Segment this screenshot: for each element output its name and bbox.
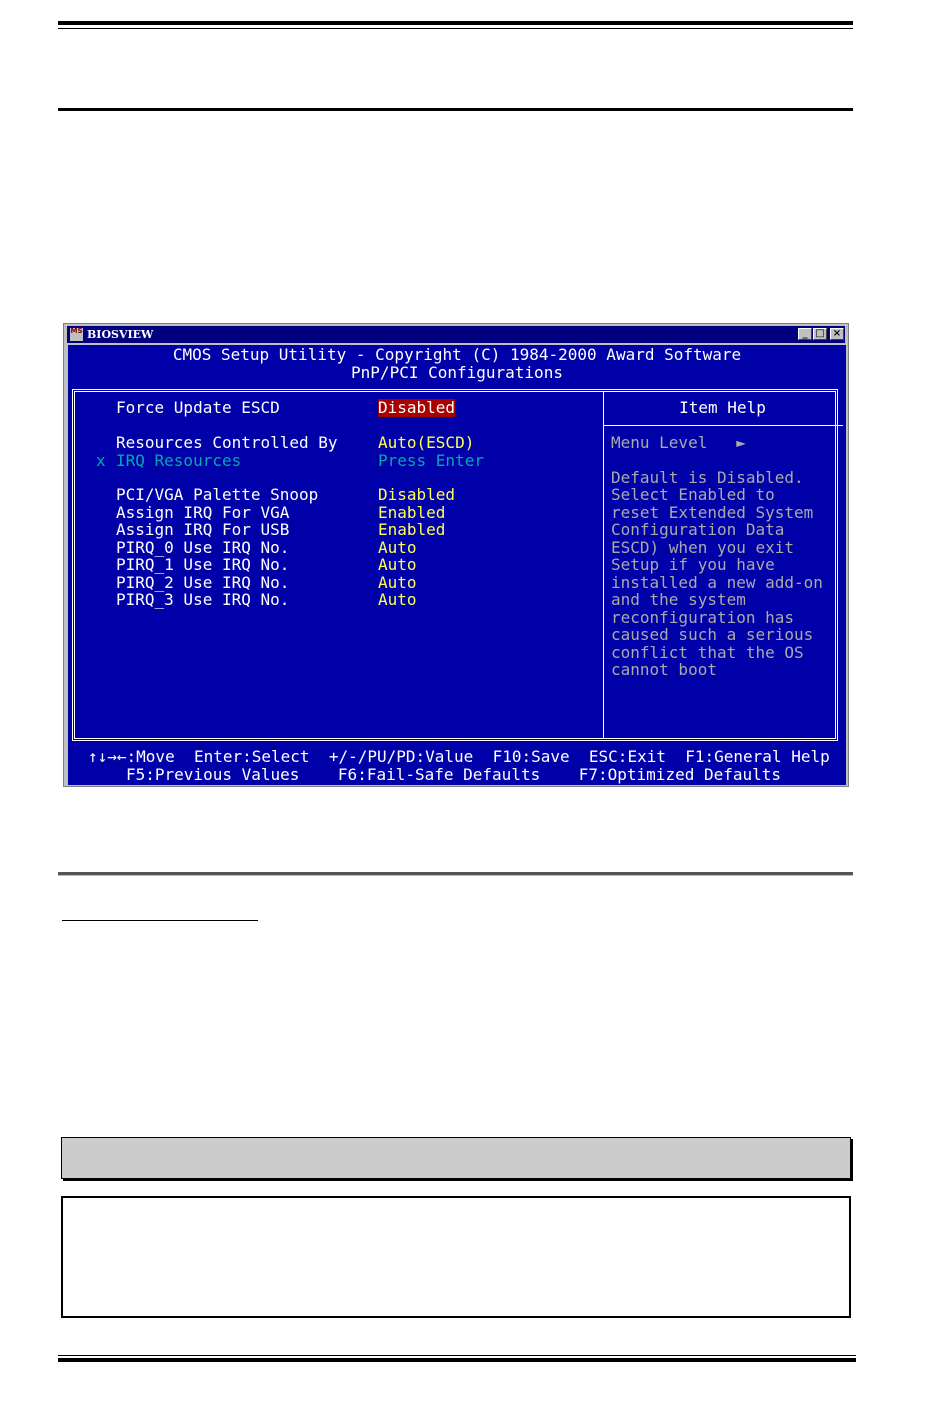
help-text-line: and the system xyxy=(611,590,746,609)
top-rule-thin xyxy=(58,28,853,29)
minimize-button[interactable]: _ xyxy=(798,328,812,340)
biosview-window: MS BIOSVIEW _ □ × CMOS Setup Utility - C… xyxy=(63,323,849,787)
bottom-rule-thick xyxy=(58,1358,856,1362)
window-titlebar[interactable]: MS BIOSVIEW _ □ × xyxy=(67,326,845,343)
close-icon: × xyxy=(832,328,842,339)
header-underline-rule xyxy=(58,108,853,111)
setting-value-assign-irq-usb[interactable]: Enabled xyxy=(378,521,445,539)
bios-header-copyright: CMOS Setup Utility - Copyright (C) 1984-… xyxy=(172,345,742,364)
setting-value-irq-resources: Press Enter xyxy=(378,451,484,470)
setting-value-force-update-escd[interactable]: Disabled xyxy=(378,399,456,417)
setting-label-pirq3[interactable]: PIRQ_3 Use IRQ No. xyxy=(116,591,289,609)
submenu-disabled-marker: x xyxy=(96,451,106,470)
help-title-divider xyxy=(603,425,843,426)
item-heading-underline xyxy=(62,920,258,921)
bios-screen: CMOS Setup Utility - Copyright (C) 1984-… xyxy=(68,345,846,785)
setting-label-resources-controlled-by[interactable]: Resources Controlled By xyxy=(116,434,338,452)
help-text-line: cannot boot xyxy=(611,660,717,679)
maximize-icon: □ xyxy=(815,328,825,339)
setting-value-pci-vga-palette-snoop[interactable]: Disabled xyxy=(378,486,455,504)
note-title-box xyxy=(61,1137,851,1179)
setting-label-assign-irq-usb[interactable]: Assign IRQ For USB xyxy=(116,521,289,539)
window-title: BIOSVIEW xyxy=(87,328,154,341)
logo-text: MS xyxy=(70,327,83,335)
settings-frame: Force Update ESCD Disabled Resources Con… xyxy=(72,389,843,741)
help-text-line: Setup if you have xyxy=(611,555,775,574)
setting-value-pirq3[interactable]: Auto xyxy=(378,591,417,609)
msi-logo-icon: MS xyxy=(70,328,83,341)
help-panel-divider xyxy=(603,392,604,738)
help-text-line: caused such a serious xyxy=(611,625,814,644)
key-legend-line2: F5:Previous Values F6:Fail-Safe Defaults… xyxy=(126,765,782,784)
minimize-icon: _ xyxy=(802,328,808,339)
help-text-line: Select Enabled to xyxy=(611,485,775,504)
section-rule-shadow xyxy=(58,875,853,876)
menu-level-indicator: Menu Level ► xyxy=(611,433,746,452)
item-help-title: Item Help xyxy=(679,398,766,417)
setting-label-force-update-escd[interactable]: Force Update ESCD xyxy=(116,399,280,417)
setting-label-pirq1[interactable]: PIRQ_1 Use IRQ No. xyxy=(116,556,289,574)
note-body-box xyxy=(61,1196,851,1318)
help-text-line: Configuration Data xyxy=(611,520,785,539)
setting-value-resources-controlled-by[interactable]: Auto(ESCD) xyxy=(378,434,474,452)
close-button[interactable]: × xyxy=(830,328,844,340)
bottom-rule-thin xyxy=(58,1355,856,1356)
setting-label-pci-vga-palette-snoop[interactable]: PCI/VGA Palette Snoop xyxy=(116,486,318,504)
top-rule-thick xyxy=(58,21,853,25)
setting-label-irq-resources: IRQ Resources xyxy=(116,451,242,470)
setting-value-pirq1[interactable]: Auto xyxy=(378,556,417,574)
bios-header-page-title: PnP/PCI Configurations xyxy=(351,363,563,382)
maximize-button[interactable]: □ xyxy=(813,328,827,340)
key-legend-line1: ↑↓→←:Move Enter:Select +/-/PU/PD:Value F… xyxy=(88,747,830,766)
